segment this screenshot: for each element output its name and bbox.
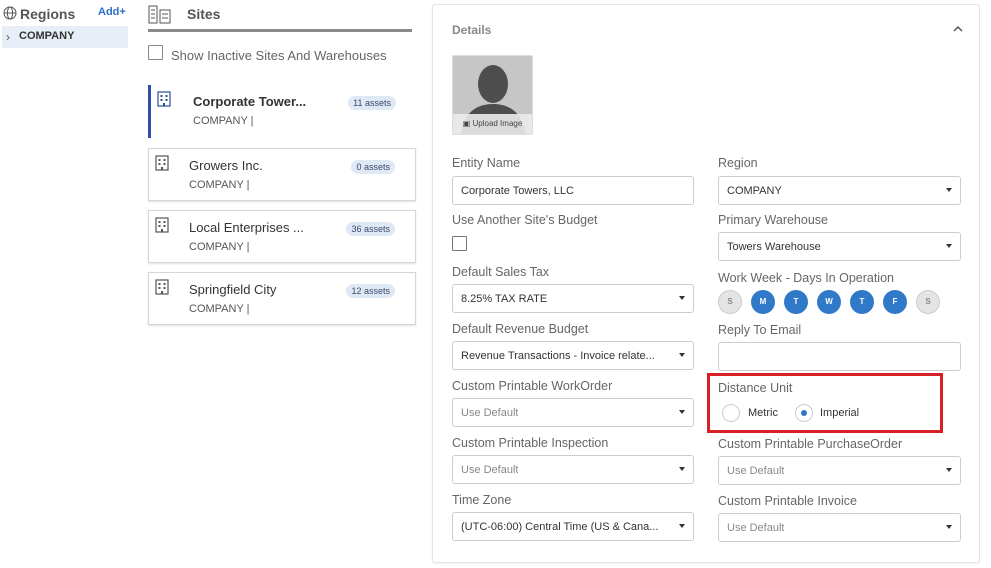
default-sales-tax-value: 8.25% TAX RATE — [461, 293, 548, 305]
caret-down-icon — [946, 525, 952, 529]
caret-down-icon — [946, 188, 952, 192]
caret-down-icon — [679, 524, 685, 528]
reply-to-email-input[interactable] — [718, 342, 961, 371]
show-inactive-label: Show Inactive Sites And Warehouses — [171, 48, 387, 63]
details-title: Details — [452, 23, 492, 37]
sites-header: Sites — [148, 4, 412, 32]
default-revenue-budget-label: Default Revenue Budget — [452, 322, 589, 336]
regions-panel: Regions Add+ › COMPANY — [0, 0, 130, 568]
buildings-icon — [148, 5, 171, 24]
custom-workorder-select[interactable]: Use Default — [452, 398, 694, 427]
reply-to-email-label: Reply To Email — [718, 323, 802, 337]
custom-workorder-label: Custom Printable WorkOrder — [452, 379, 613, 393]
time-zone-value: (UTC-06:00) Central Time (US & Cana... — [461, 521, 659, 533]
custom-workorder-value: Use Default — [461, 407, 519, 419]
asset-count-badge: 11 assets — [348, 96, 396, 110]
upload-image-button[interactable]: ▣ Upload Image — [453, 114, 532, 134]
use-another-budget-label: Use Another Site's Budget — [452, 213, 598, 227]
building-icon — [155, 155, 169, 171]
site-card-springfield-city[interactable]: Springfield City COMPANY | 12 assets — [148, 272, 416, 325]
entity-name-value: Corporate Towers, LLC — [461, 185, 574, 197]
region-select[interactable]: COMPANY — [718, 176, 961, 205]
default-sales-tax-select[interactable]: 8.25% TAX RATE — [452, 284, 694, 313]
building-icon — [155, 279, 169, 295]
regions-title: Regions — [20, 6, 76, 22]
day-toggle-monday[interactable]: M — [751, 290, 775, 314]
building-icon — [157, 91, 171, 107]
regions-header: Regions Add+ — [3, 5, 128, 23]
day-toggle-wednesday[interactable]: W — [817, 290, 841, 314]
imperial-label[interactable]: Imperial — [820, 407, 859, 419]
globe-icon — [3, 6, 17, 20]
time-zone-select[interactable]: (UTC-06:00) Central Time (US & Cana... — [452, 512, 694, 541]
region-value: COMPANY — [727, 185, 782, 197]
caret-down-icon — [679, 353, 685, 357]
caret-down-icon — [946, 244, 952, 248]
site-name: Growers Inc. — [189, 158, 263, 173]
asset-count-badge: 0 assets — [351, 160, 395, 174]
default-revenue-budget-value: Revenue Transactions - Invoice relate... — [461, 350, 655, 362]
primary-warehouse-select[interactable]: Towers Warehouse — [718, 232, 961, 261]
site-name: Corporate Tower... — [193, 94, 307, 109]
custom-invoice-label: Custom Printable Invoice — [718, 494, 857, 508]
site-name: Springfield City — [189, 282, 277, 297]
site-card-local-enterprises[interactable]: Local Enterprises ... COMPANY | 36 asset… — [148, 210, 416, 263]
metric-label[interactable]: Metric — [748, 407, 778, 419]
building-icon — [155, 217, 169, 233]
site-name: Local Enterprises ... — [189, 220, 304, 235]
chevron-right-icon[interactable]: › — [6, 30, 10, 44]
primary-warehouse-value: Towers Warehouse — [727, 241, 821, 253]
asset-count-badge: 36 assets — [346, 222, 395, 236]
region-label: Region — [718, 156, 758, 170]
day-toggle-sunday[interactable]: S — [718, 290, 742, 314]
use-another-budget-checkbox[interactable] — [452, 236, 467, 251]
default-revenue-budget-select[interactable]: Revenue Transactions - Invoice relate... — [452, 341, 694, 370]
caret-down-icon — [679, 410, 685, 414]
custom-inspection-value: Use Default — [461, 464, 519, 476]
asset-count-badge: 12 assets — [346, 284, 395, 298]
day-toggle-thursday[interactable]: T — [850, 290, 874, 314]
custom-invoice-select[interactable]: Use Default — [718, 513, 961, 542]
site-card-corporate-towers[interactable]: Corporate Tower... COMPANY | 11 assets — [148, 85, 416, 138]
chevron-up-icon[interactable] — [953, 25, 963, 33]
day-toggle-friday[interactable]: F — [883, 290, 907, 314]
caret-down-icon — [946, 468, 952, 472]
primary-warehouse-label: Primary Warehouse — [718, 213, 828, 227]
custom-purchaseorder-select[interactable]: Use Default — [718, 456, 961, 485]
site-region: COMPANY | — [189, 303, 250, 315]
site-card-growers[interactable]: Growers Inc. COMPANY | 0 assets — [148, 148, 416, 201]
site-region: COMPANY | — [193, 115, 254, 127]
day-toggle-tuesday[interactable]: T — [784, 290, 808, 314]
custom-inspection-select[interactable]: Use Default — [452, 455, 694, 484]
site-region: COMPANY | — [189, 241, 250, 253]
show-inactive-toggle[interactable]: Show Inactive Sites And Warehouses — [148, 44, 418, 64]
time-zone-label: Time Zone — [452, 493, 512, 507]
upload-image-label: Upload Image — [472, 119, 523, 128]
custom-invoice-value: Use Default — [727, 522, 785, 534]
caret-down-icon — [679, 296, 685, 300]
default-sales-tax-label: Default Sales Tax — [452, 265, 550, 279]
camera-icon: ▣ — [462, 119, 471, 128]
imperial-radio[interactable] — [795, 404, 813, 422]
sites-title: Sites — [187, 6, 221, 22]
caret-down-icon — [679, 467, 685, 471]
entity-name-input[interactable]: Corporate Towers, LLC — [452, 176, 694, 205]
region-item-label: COMPANY — [19, 30, 75, 42]
region-item-company[interactable]: › COMPANY — [2, 26, 128, 48]
custom-inspection-label: Custom Printable Inspection — [452, 436, 609, 450]
day-toggle-saturday[interactable]: S — [916, 290, 940, 314]
work-week-label: Work Week - Days In Operation — [718, 271, 894, 285]
metric-radio[interactable] — [722, 404, 740, 422]
custom-purchaseorder-label: Custom Printable PurchaseOrder — [718, 437, 903, 451]
entity-name-label: Entity Name — [452, 156, 521, 170]
custom-purchaseorder-value: Use Default — [727, 465, 785, 477]
profile-image[interactable]: ▣ Upload Image — [452, 55, 533, 135]
add-region-button[interactable]: Add+ — [98, 6, 126, 18]
distance-unit-label: Distance Unit — [718, 381, 793, 395]
show-inactive-checkbox[interactable] — [148, 45, 163, 60]
sites-panel: Sites Show Inactive Sites And Warehouses… — [140, 0, 425, 568]
site-region: COMPANY | — [189, 179, 250, 191]
